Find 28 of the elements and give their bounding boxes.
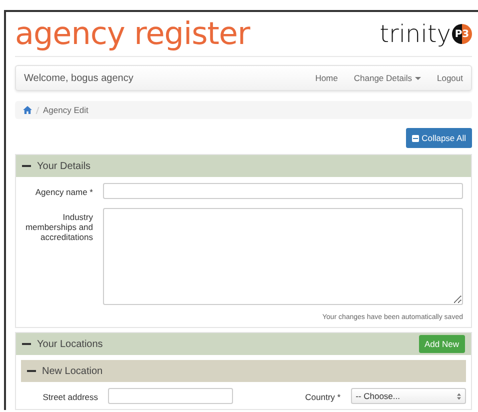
country-select[interactable]: -- Choose... (350, 388, 466, 404)
nav-link[interactable]: Change Details (354, 73, 421, 83)
updown-icon (457, 392, 461, 400)
panel-header[interactable]: Your Details (16, 155, 471, 177)
minus-icon (22, 343, 31, 345)
welcome-text: Welcome, bogus agency (24, 72, 134, 84)
input-field[interactable] (103, 183, 463, 199)
collapse-all-button[interactable]: Collapse All (406, 128, 472, 148)
add-new-button[interactable]: Add New (418, 335, 465, 353)
panel-title: New Location (42, 366, 103, 376)
field-label: Country * (304, 391, 341, 402)
input-field[interactable] (108, 388, 233, 404)
textarea-field[interactable] (103, 208, 463, 305)
nav-link[interactable]: Home (315, 73, 338, 83)
field-label: Industry memberships and accreditations (24, 211, 93, 244)
minus-icon (27, 370, 36, 372)
nav-link[interactable]: Logout (437, 73, 463, 83)
panel-header[interactable]: Your Locations Add New (16, 333, 471, 355)
site-title: agency register (15, 16, 250, 52)
breadcrumb-item: Agency Edit (43, 105, 88, 115)
field-label: Agency name * (34, 186, 93, 199)
home-icon[interactable] (23, 106, 32, 114)
minus-icon (412, 134, 419, 142)
panel-header[interactable]: New Location (21, 360, 466, 382)
panel-title: Your Details (37, 160, 91, 172)
field-label: Street address (42, 391, 98, 402)
panel-title: Your Locations (37, 338, 103, 350)
minus-icon (22, 165, 31, 167)
